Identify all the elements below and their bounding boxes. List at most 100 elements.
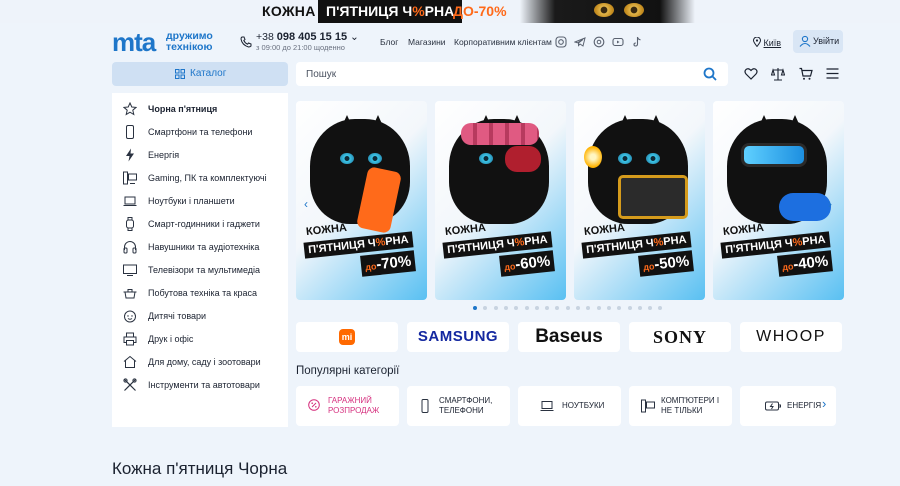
city-selector[interactable]: Київ	[752, 36, 782, 48]
smartphone-icon	[126, 125, 134, 139]
carousel-dot[interactable]	[648, 306, 653, 310]
popular-next-button[interactable]: ›	[822, 396, 826, 411]
catalog-label: Каталог	[190, 68, 227, 79]
sidebar-item-audio[interactable]: Навушники та аудіотехніка	[112, 237, 288, 257]
promo-discount: ДО-70%	[453, 3, 507, 19]
nav-stores[interactable]: Магазини	[408, 37, 446, 47]
login-label: Увійти	[813, 36, 840, 46]
sidebar-item-laptops[interactable]: Ноутбуки і планшети	[112, 191, 288, 211]
cart-icon[interactable]	[799, 67, 813, 81]
chevron-down-icon: ⌄	[350, 31, 359, 43]
carousel-slide[interactable]: КОЖНА П'ЯТНИЦЯ Ч%РНА до-50%	[574, 101, 705, 300]
appliance-icon	[123, 289, 137, 299]
category-card-laptops[interactable]: НОУТБУКИ	[518, 386, 621, 426]
brand-xiaomi[interactable]: mi	[296, 322, 398, 352]
working-hours: з 09:00 до 21:00 щоденно	[256, 43, 345, 52]
brand-sony[interactable]: SONY	[629, 322, 731, 352]
carousel-slide[interactable]: КОЖНА П'ЯТНИЦЯ Ч%РНА до-60%	[435, 101, 566, 300]
carousel-dot[interactable]	[473, 306, 477, 310]
brand-whoop[interactable]: WHOOP	[740, 322, 842, 352]
phone-icon	[240, 36, 252, 48]
carousel-dot[interactable]	[545, 306, 550, 310]
search-input[interactable]	[296, 62, 728, 86]
star-icon	[123, 102, 137, 116]
sidebar-item-energy[interactable]: Енергія	[112, 145, 288, 165]
sidebar-item-tools[interactable]: Інструменти та автотовари	[112, 375, 288, 395]
hair-curlers-image	[461, 123, 539, 145]
brand-baseus[interactable]: Baseus	[518, 322, 620, 352]
carousel-dot[interactable]	[524, 306, 529, 310]
carousel-slide[interactable]: КОЖНА П'ЯТНИЦЯ Ч%РНА до-40%	[713, 101, 844, 300]
telegram-icon[interactable]	[574, 36, 586, 48]
carousel-dot[interactable]	[637, 306, 642, 310]
carousel-dot[interactable]	[503, 306, 508, 310]
carousel-dot[interactable]	[627, 306, 632, 310]
sidebar-item-kids[interactable]: Дитячі товари	[112, 306, 288, 326]
sidebar-item-black-friday[interactable]: Чорна п'ятниця	[112, 99, 288, 119]
laptop-icon	[540, 401, 554, 411]
instagram-icon[interactable]	[555, 36, 567, 48]
promo-text-1: КОЖНА	[262, 3, 316, 19]
youtube-icon[interactable]	[612, 36, 624, 48]
nav-corporate[interactable]: Корпоративним клієнтам	[454, 37, 552, 47]
user-icon	[799, 35, 811, 47]
carousel-dot[interactable]	[514, 306, 519, 310]
carousel-dot[interactable]	[555, 306, 560, 310]
carousel-dot[interactable]	[534, 306, 539, 310]
carousel-dot[interactable]	[596, 306, 601, 310]
tiktok-icon[interactable]	[631, 36, 643, 48]
sidebar-item-printing[interactable]: Друк і офіс	[112, 329, 288, 349]
sidebar-item-smartwatches[interactable]: Смарт-годинники і гаджети	[112, 214, 288, 234]
lamp-image	[584, 146, 602, 168]
popular-categories-title: Популярні категорії	[296, 365, 400, 377]
power-station-image	[618, 175, 688, 219]
heart-icon[interactable]	[744, 67, 758, 81]
compare-scales-icon[interactable]	[771, 67, 785, 81]
carousel-dot[interactable]	[565, 306, 570, 310]
catalog-button[interactable]: Каталог	[112, 62, 288, 86]
sidebar-item-home-garden[interactable]: Для дому, саду і зоотовари	[112, 352, 288, 372]
promo-banner[interactable]: КОЖНА П'ЯТНИЦЯ Ч%РНА ДО-70%	[0, 0, 900, 23]
carousel-dot[interactable]	[493, 306, 498, 310]
category-card-smartphones[interactable]: СМАРТФОНИ, ТЕЛЕФОНИ	[407, 386, 510, 426]
printer-icon	[123, 332, 137, 346]
sidebar-item-gaming[interactable]: Gaming, ПК та комплектуючі	[112, 168, 288, 188]
city-label: Київ	[763, 38, 782, 48]
nav-blog[interactable]: Блог	[380, 37, 398, 47]
lightning-icon	[126, 148, 134, 162]
sidebar-item-smartphones[interactable]: Смартфони та телефони	[112, 122, 288, 142]
carousel-dot[interactable]	[658, 306, 663, 310]
sidebar-item-appliances[interactable]: Побутова техніка та краса	[112, 283, 288, 303]
search-icon[interactable]	[703, 67, 717, 81]
carousel-next-button[interactable]: ›	[828, 197, 832, 211]
promo-cat-image	[520, 0, 695, 23]
gamepad-image	[779, 193, 831, 221]
brand-samsung[interactable]: SAMSUNG	[407, 322, 509, 352]
carousel-slide[interactable]: КОЖНА П'ЯТНИЦЯ Ч%РНА до-70%	[296, 101, 427, 300]
tools-icon	[123, 378, 137, 391]
phone-number[interactable]: +38 098 405 15 15 ⌄	[256, 31, 359, 43]
threads-icon[interactable]	[593, 36, 605, 48]
login-button[interactable]: Увійти	[793, 30, 843, 53]
carousel-prev-button[interactable]: ‹	[304, 197, 308, 211]
baby-icon	[124, 310, 136, 323]
carousel-dot[interactable]	[617, 306, 622, 310]
site-header: mta дружимо технікою +38 098 405 15 15 ⌄ …	[0, 23, 900, 61]
smartphone-icon	[421, 399, 429, 413]
promo-carousel: ‹ › КОЖНА П'ЯТНИЦЯ Ч%РНА до-70% КОЖНА П'…	[296, 101, 844, 300]
category-card-garage-sale[interactable]: ГАРАЖНИЙ РОЗПРОДАЖ	[296, 386, 399, 426]
xiaomi-logo: mi	[339, 329, 355, 345]
section-title: Кожна п'ятниця Чорна	[112, 459, 288, 478]
battery-icon	[765, 401, 781, 411]
category-card-computers[interactable]: КОМП'ЮТЕРИ І НЕ ТІЛЬКИ	[629, 386, 732, 426]
carousel-dot[interactable]	[606, 306, 611, 310]
carousel-dot[interactable]	[576, 306, 580, 310]
logo[interactable]: mta	[112, 27, 156, 58]
carousel-dot[interactable]	[586, 306, 591, 310]
tv-icon	[123, 264, 137, 276]
menu-icon[interactable]	[826, 67, 839, 80]
sidebar-item-tv[interactable]: Телевізори та мультимедіа	[112, 260, 288, 280]
carousel-dot[interactable]	[483, 306, 488, 310]
home-icon	[123, 355, 137, 368]
hair-dryer-image	[505, 146, 541, 172]
